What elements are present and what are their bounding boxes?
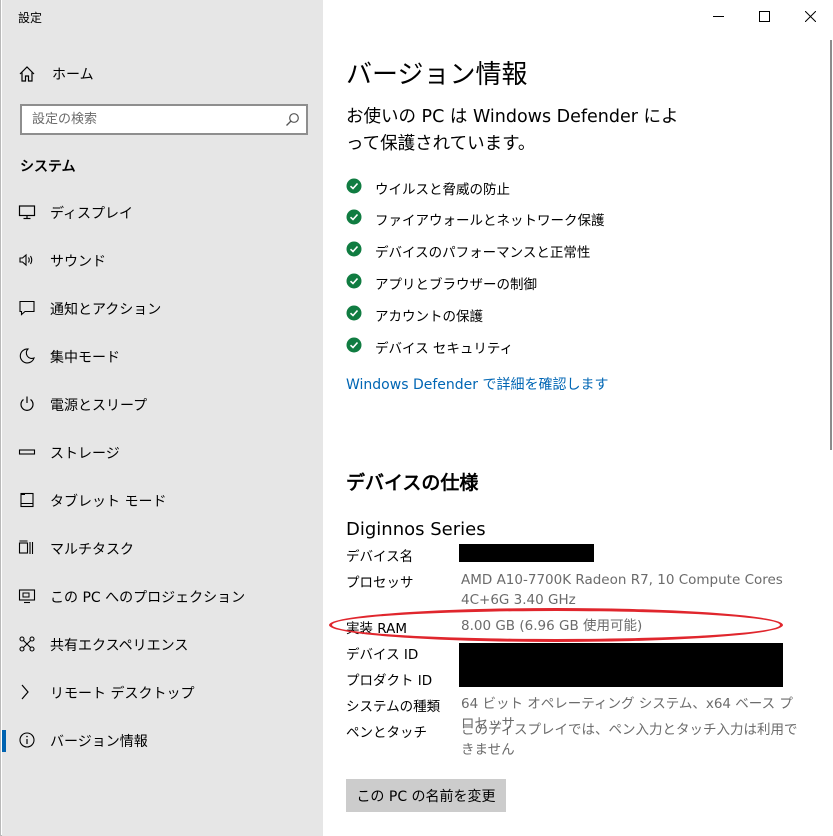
defender-details-link[interactable]: Windows Defender で詳細を確認します bbox=[346, 374, 608, 394]
maximize-icon bbox=[758, 7, 770, 26]
search-input[interactable] bbox=[22, 106, 272, 133]
home-nav-item[interactable]: ホーム bbox=[2, 56, 323, 90]
sidebar-item-display[interactable]: ディスプレイ bbox=[2, 192, 323, 232]
device-id-label: デバイス ID bbox=[346, 647, 419, 663]
sidebar: 設定 ホーム システム ディスプレイ サウンド bbox=[2, 0, 323, 836]
sidebar-item-label: この PC へのプロジェクション bbox=[50, 590, 246, 606]
close-icon bbox=[804, 7, 816, 26]
projection-icon bbox=[18, 587, 36, 605]
sidebar-item-label: タブレット モード bbox=[50, 494, 167, 510]
settings-window: 設定 ホーム システム ディスプレイ サウンド bbox=[0, 0, 833, 836]
protection-item-label: アプリとブラウザーの制御 bbox=[375, 277, 537, 293]
maximize-button[interactable] bbox=[741, 0, 787, 32]
section-title: システム bbox=[20, 159, 76, 175]
redacted-ids bbox=[459, 643, 783, 687]
main-content: バージョン情報 お使いの PC は Windows Defender によって保… bbox=[323, 0, 833, 836]
sidebar-item-label: リモート デスクトップ bbox=[50, 686, 195, 702]
sidebar-item-label: マルチタスク bbox=[50, 542, 134, 558]
protection-item-label: ファイアウォールとネットワーク保護 bbox=[375, 213, 605, 229]
device-name-label: デバイス名 bbox=[346, 549, 414, 565]
search-box[interactable] bbox=[20, 104, 308, 135]
check-circle-icon bbox=[346, 178, 362, 194]
system-type-label: システムの種類 bbox=[346, 699, 441, 715]
home-label: ホーム bbox=[52, 67, 94, 83]
redacted-device-name bbox=[459, 544, 594, 562]
sidebar-item-power[interactable]: 電源とスリープ bbox=[2, 384, 323, 424]
storage-icon bbox=[18, 443, 36, 461]
sidebar-item-projection[interactable]: この PC へのプロジェクション bbox=[2, 576, 323, 616]
sidebar-item-label: 電源とスリープ bbox=[50, 398, 148, 414]
ram-highlight-ellipse bbox=[329, 608, 783, 642]
home-icon bbox=[18, 65, 36, 83]
pen-touch-label: ペンとタッチ bbox=[346, 725, 427, 741]
sidebar-item-sound[interactable]: サウンド bbox=[2, 240, 323, 280]
remote-icon bbox=[18, 683, 36, 701]
check-circle-icon bbox=[346, 209, 362, 225]
share-icon bbox=[18, 635, 36, 653]
processor-value: AMD A10-7700K Radeon R7, 10 Compute Core… bbox=[461, 572, 783, 608]
focus-moon-icon bbox=[18, 347, 36, 365]
sidebar-item-label: ディスプレイ bbox=[50, 206, 134, 222]
sidebar-item-tablet[interactable]: タブレット モード bbox=[2, 480, 323, 520]
app-title: 設定 bbox=[18, 11, 43, 25]
page-title: バージョン情報 bbox=[346, 60, 528, 90]
protection-item-label: デバイスのパフォーマンスと正常性 bbox=[375, 245, 591, 261]
sidebar-item-shared-experiences[interactable]: 共有エクスペリエンス bbox=[2, 624, 323, 664]
check-circle-icon bbox=[346, 337, 362, 353]
protection-item-label: アカウントの保護 bbox=[375, 309, 483, 325]
sidebar-item-label: バージョン情報 bbox=[50, 734, 148, 750]
close-button[interactable] bbox=[787, 0, 833, 32]
sidebar-item-label: 集中モード bbox=[50, 350, 120, 366]
minimize-icon bbox=[712, 7, 724, 26]
processor-label: プロセッサ bbox=[346, 575, 414, 591]
sidebar-item-label: 通知とアクション bbox=[50, 302, 162, 318]
sidebar-item-remote-desktop[interactable]: リモート デスクトップ bbox=[2, 672, 323, 712]
multitask-icon bbox=[18, 539, 36, 557]
pen-touch-value: このディスプレイでは、ペン入力とタッチ入力は利用できません bbox=[461, 722, 798, 758]
sidebar-item-storage[interactable]: ストレージ bbox=[2, 432, 323, 472]
rename-pc-button[interactable]: この PC の名前を変更 bbox=[346, 779, 506, 812]
check-circle-icon bbox=[346, 273, 362, 289]
check-circle-icon bbox=[346, 241, 362, 257]
info-icon bbox=[18, 731, 36, 749]
notifications-icon bbox=[18, 299, 36, 317]
sidebar-item-label: 共有エクスペリエンス bbox=[50, 638, 189, 654]
sidebar-item-multitask[interactable]: マルチタスク bbox=[2, 528, 323, 568]
power-icon bbox=[18, 395, 36, 413]
sidebar-item-notifications[interactable]: 通知とアクション bbox=[2, 288, 323, 328]
minimize-button[interactable] bbox=[695, 0, 741, 32]
search-icon[interactable] bbox=[285, 112, 300, 127]
sidebar-item-label: ストレージ bbox=[50, 446, 120, 462]
sidebar-item-about[interactable]: バージョン情報 bbox=[2, 720, 323, 760]
sidebar-item-focus[interactable]: 集中モード bbox=[2, 336, 323, 376]
protection-item-label: デバイス セキュリティ bbox=[375, 341, 514, 357]
display-icon bbox=[18, 203, 36, 221]
device-specs-title: デバイスの仕様 bbox=[346, 472, 479, 494]
sidebar-item-label: サウンド bbox=[50, 254, 106, 270]
product-id-label: プロダクト ID bbox=[346, 673, 433, 689]
scrollbar[interactable] bbox=[830, 40, 832, 450]
device-model-title: Diginnos Series bbox=[346, 519, 486, 540]
check-circle-icon bbox=[346, 305, 362, 321]
tablet-icon bbox=[18, 491, 36, 509]
protection-item-label: ウイルスと脅威の防止 bbox=[375, 182, 510, 198]
protection-status-text: お使いの PC は Windows Defender によって保護されています。 bbox=[346, 107, 679, 154]
sound-icon bbox=[18, 251, 36, 269]
